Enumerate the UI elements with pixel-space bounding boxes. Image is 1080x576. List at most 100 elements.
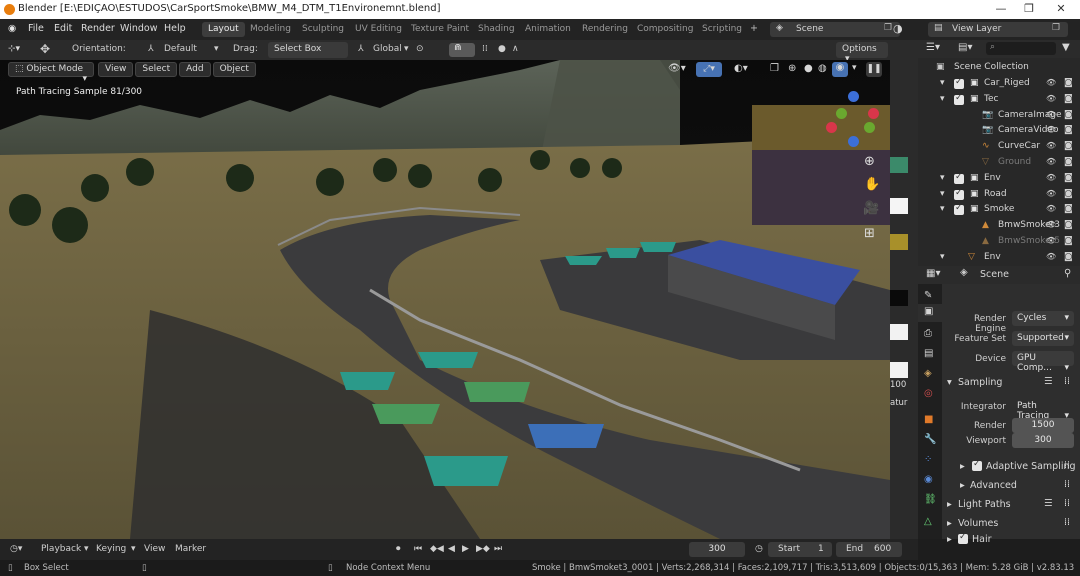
options-dropdown[interactable]: Options ▾ [836,42,888,64]
render-region-icon[interactable]: ◑ [893,22,903,35]
view-object-types-icon[interactable]: 👁▾ [668,63,686,74]
z-axis-icon[interactable] [848,91,859,102]
blender-menu-icon[interactable]: ◉ [8,23,16,34]
hair-panel[interactable]: ▸ Hair [942,532,1080,545]
tab-sculpting[interactable]: Sculpting [296,22,350,37]
display-mode-icon[interactable]: ▤▾ [958,42,972,53]
tab-layout[interactable]: Layout [202,22,245,37]
marker-menu[interactable]: Marker [175,544,206,554]
current-frame-field[interactable]: 300 [689,542,745,557]
data-tab-icon[interactable]: △ [924,516,932,527]
render-samples-field[interactable]: 1500 [1012,418,1074,433]
record-icon[interactable]: ⏺ [396,544,401,554]
render-camera-icon[interactable]: ◙ [1064,220,1073,230]
add-workspace-button[interactable]: + [750,23,758,34]
tab-texture-paint[interactable]: Texture Paint [405,22,475,37]
visibility-eye-icon[interactable]: 👁 [1046,173,1056,182]
render-camera-icon[interactable]: ◙ [1064,125,1073,135]
minimize-button[interactable]: — [986,2,1016,15]
drag-dropdown[interactable]: Select Box [268,42,348,58]
sampling-panel-header[interactable]: ▾ Sampling ☰ ⁞⁞ [942,374,1080,391]
render-camera-icon[interactable]: ◙ [1064,252,1073,262]
menu-help[interactable]: Help [164,23,186,34]
view-layer-tab-icon[interactable]: ▤ [924,348,933,359]
tab-animation[interactable]: Animation [519,22,577,37]
jump-start-icon[interactable]: ⏮ [414,544,422,554]
advanced-subpanel[interactable]: ▸ Advanced ⁞⁞ [942,477,1080,494]
drag-handle-icon[interactable]: ⁞⁞ [1064,376,1070,387]
shading-options-icon[interactable]: ▾ [852,63,857,73]
neg-x-axis-icon[interactable] [868,108,879,119]
visibility-eye-icon[interactable]: 👁 [1046,220,1056,229]
tab-uv-editing[interactable]: UV Editing [349,22,408,37]
visibility-eye-icon[interactable]: 👁 [1046,157,1056,166]
modifier-tab-icon[interactable]: 🔧 [924,434,936,445]
menu-render[interactable]: Render [81,23,115,34]
camera-view-icon[interactable]: 🎥 [863,201,879,216]
menu-file[interactable]: File [28,23,44,34]
play-icon[interactable]: ▶ [462,544,469,554]
tab-scripting[interactable]: Scripting [696,22,748,37]
viewport-menu-object[interactable]: Object [212,62,256,77]
menu-edit[interactable]: Edit [54,23,72,34]
outliner-item[interactable]: ▾ ▣ Env 👁 ◙ [918,171,1080,187]
preview-range-icon[interactable]: ◷ [755,544,763,554]
render-camera-icon[interactable]: ◙ [1064,78,1073,88]
outliner-item[interactable]: ▾ ▣ Smoke 👁 ◙ [918,202,1080,218]
object-mode-dropdown[interactable]: ⬚ Object Mode ▾ [8,62,94,84]
timeline-view-menu[interactable]: View [144,544,165,554]
visibility-eye-icon[interactable]: 👁 [1046,78,1056,87]
scene-tab-icon[interactable]: ◈ [924,368,932,379]
collection-checkbox[interactable] [954,93,964,105]
render-camera-icon[interactable]: ◙ [1064,94,1073,104]
close-button[interactable]: ✕ [1046,2,1076,15]
particles-tab-icon[interactable]: ⁘ [924,454,932,465]
visibility-eye-icon[interactable]: 👁 [1046,252,1056,261]
tab-compositing[interactable]: Compositing [631,22,699,37]
collection-checkbox[interactable] [954,203,964,216]
orientation-dropdown[interactable]: Default [164,44,197,54]
light-paths-panel[interactable]: ▸ Light Paths ☰ ⁞⁞ [942,496,1080,513]
drag-handle-icon[interactable]: ⁞⁞ [1064,517,1070,528]
presets-icon[interactable]: ☰ [1044,498,1053,509]
color-swatch-black[interactable] [890,290,908,306]
chevron-down-icon[interactable]: ▾ [940,252,945,262]
view-layer-selector[interactable]: ▤ View Layer ❐ [928,22,1068,37]
render-camera-icon[interactable]: ◙ [1064,236,1073,246]
visibility-eye-icon[interactable]: 👁 [1046,94,1056,103]
outliner-item[interactable]: ▾ ▣ Tec 👁 ◙ [918,92,1080,108]
outliner-item[interactable]: ∿ CurveCar 👁 ◙ [918,139,1080,155]
constraint-tab-icon[interactable]: ⛓ [924,494,937,505]
transform-dropdown[interactable]: Global [373,44,402,54]
scene-selector[interactable]: ◈ Scene ❐ [770,22,900,37]
neg-y-axis-icon[interactable] [836,108,847,119]
start-frame-field[interactable]: Start 1 [768,542,832,557]
outliner-type-icon[interactable]: ☰▾ [926,42,940,53]
snap-toggle[interactable]: ⋒ [449,43,475,57]
render-tab-active[interactable]: ▣ [918,304,942,322]
pivot-point-icon[interactable]: ⊙ [416,44,424,54]
render-camera-icon[interactable]: ◙ [1064,173,1073,183]
gizmo-toggle[interactable]: ⤢▾ [696,62,722,77]
solid-shading-icon[interactable]: ● [804,63,813,74]
snap-target-icon[interactable]: ⁞⁞ [482,44,488,54]
zoom-icon[interactable]: ⊕ [864,154,875,169]
viewport-menu-add[interactable]: Add [179,62,211,77]
integrator-dropdown[interactable]: Path Tracing ▾ [1012,399,1074,421]
volumes-panel[interactable]: ▸ Volumes ⁞⁞ [942,515,1080,532]
tool-tab-icon[interactable]: ✎ [924,290,932,301]
drag-handle-icon[interactable]: ⁞⁞ [1064,479,1070,490]
color-swatch-white-3[interactable] [890,362,908,378]
drag-handle-icon[interactable]: ⁞⁞ [1064,498,1070,509]
object-tab-icon[interactable]: ■ [924,414,933,425]
world-tab-icon[interactable]: ◎ [924,388,933,399]
chevron-down-icon[interactable]: ▾ [940,204,945,214]
outliner-search-input[interactable]: ⌕ [986,42,1056,55]
collection-checkbox[interactable] [954,172,964,184]
visibility-eye-icon[interactable]: 👁 [1046,204,1056,213]
viewport-menu-select[interactable]: Select [135,62,178,77]
playback-menu[interactable]: Playback [41,544,81,554]
perspective-toggle-icon[interactable]: ⊞ [864,226,875,241]
timeline-editor-icon[interactable]: ◷▾ [10,544,22,554]
rendered-shading-icon[interactable]: ◉ [832,62,848,77]
